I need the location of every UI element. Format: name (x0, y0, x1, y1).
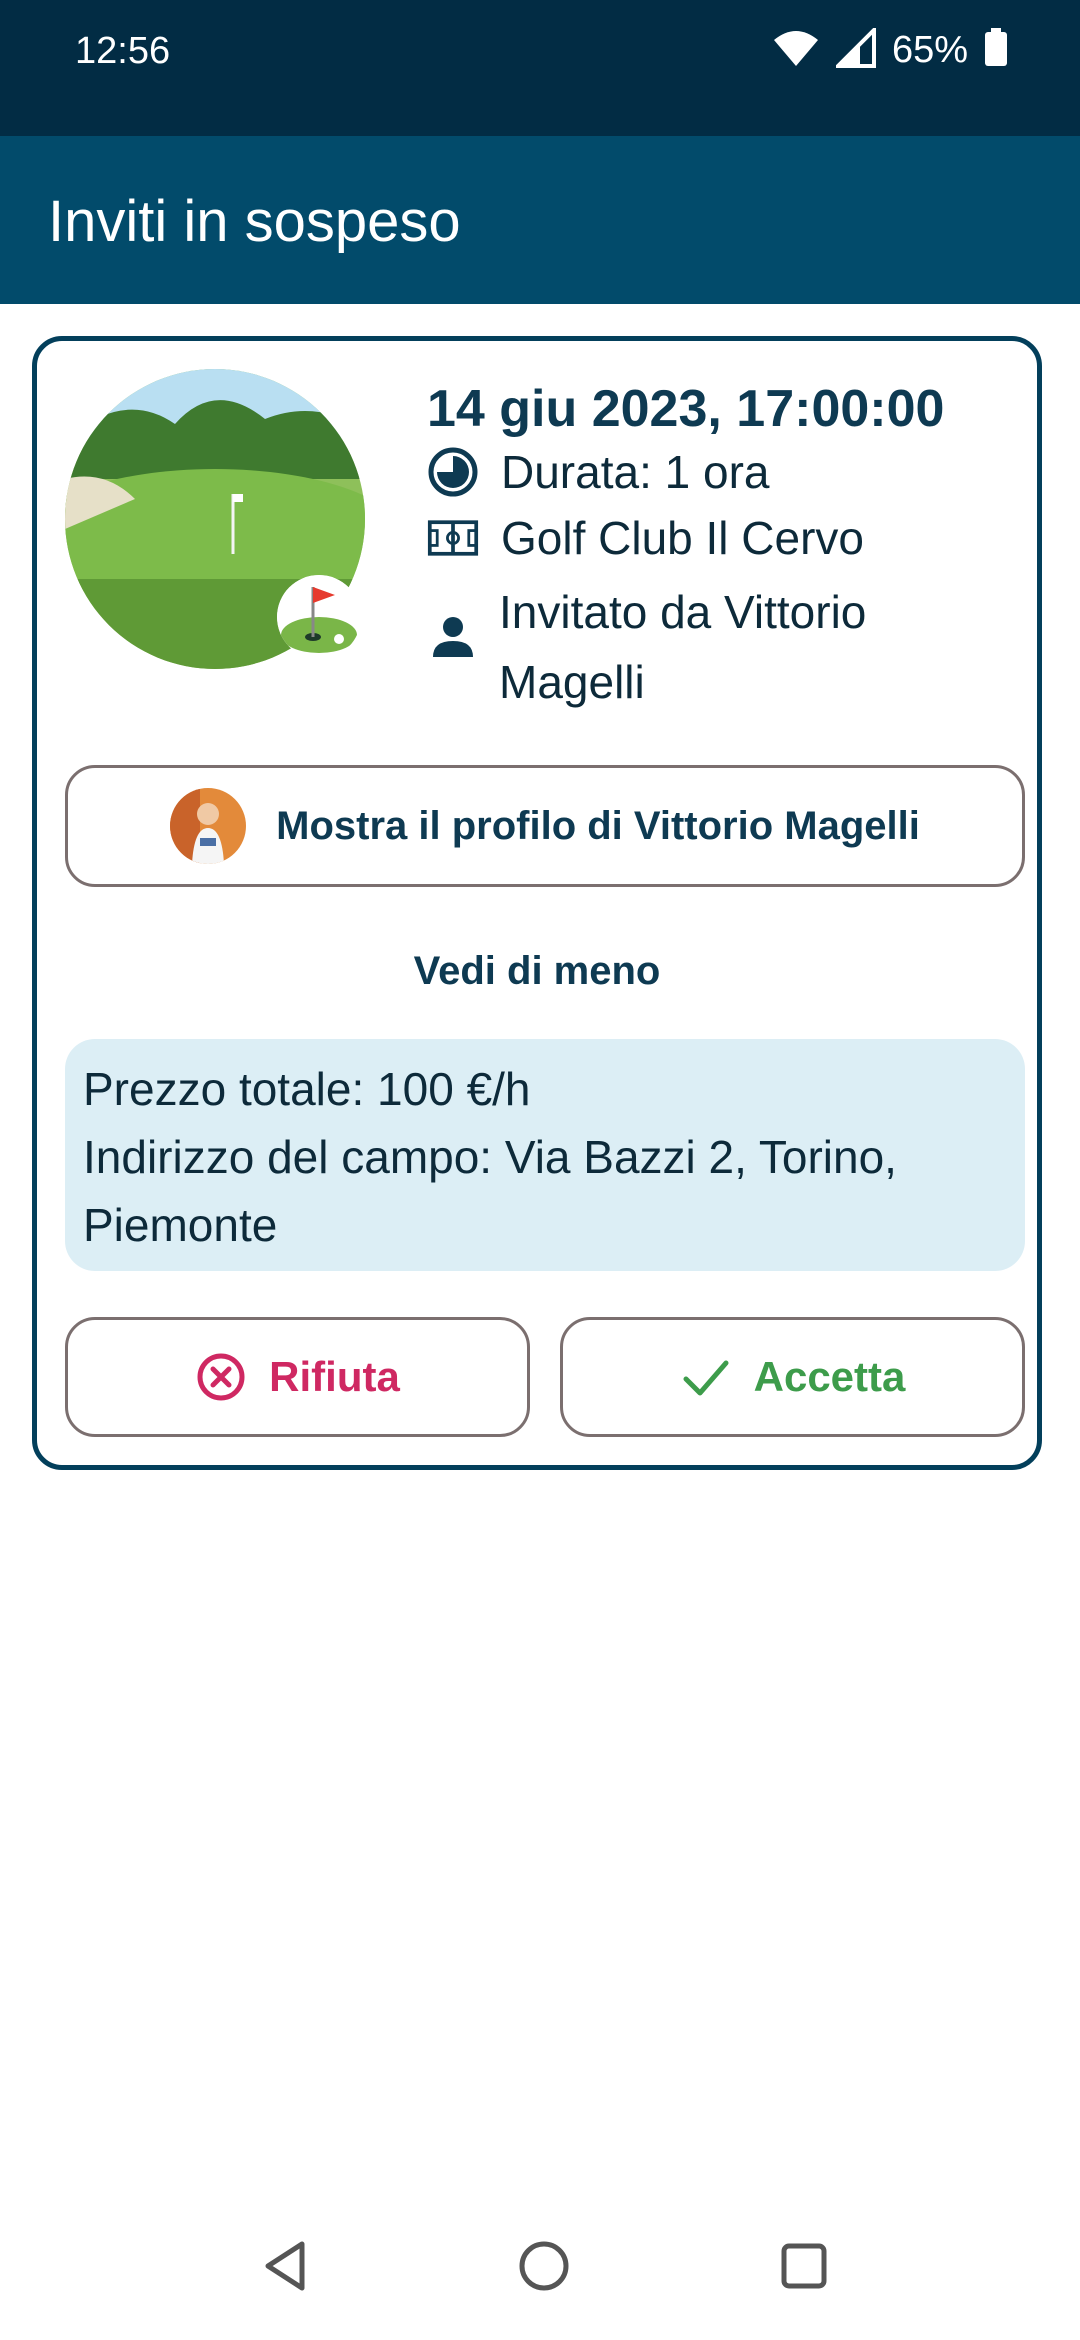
duration-row: Durata: 1 ora (427, 445, 769, 499)
reject-label: Rifiuta (269, 1353, 400, 1400)
home-icon[interactable] (514, 2236, 574, 2296)
accept-button[interactable]: Accetta (560, 1317, 1025, 1437)
invited-by-text: Invitato da Vittorio Magelli (499, 586, 867, 708)
show-profile-button[interactable]: Mostra il profilo di Vittorio Magelli (65, 765, 1025, 887)
battery-percent: 65% (891, 29, 968, 71)
battery-icon (984, 28, 1008, 73)
action-buttons: Rifiuta Accetta (65, 1317, 1025, 1437)
back-icon[interactable] (256, 2236, 316, 2296)
recents-icon[interactable] (774, 2236, 834, 2296)
golf-flag-icon (277, 575, 361, 659)
invite-datetime: 14 giu 2023, 17:00:00 (427, 380, 945, 438)
see-less-link[interactable]: Vedi di meno (37, 949, 1037, 994)
status-time: 12:56 (75, 30, 171, 72)
status-bar: 12:56 65% (0, 0, 1080, 136)
field-address: Indirizzo del campo: Via Bazzi 2, Torino… (83, 1131, 897, 1251)
person-icon (427, 611, 479, 663)
reject-button[interactable]: Rifiuta (65, 1317, 530, 1437)
invite-card: 14 giu 2023, 17:00:00 Durata: 1 ora Golf… (32, 336, 1042, 1470)
wifi-icon (772, 28, 820, 73)
page-title: Inviti in sospeso (48, 189, 461, 254)
club-row: Golf Club Il Cervo (427, 511, 864, 565)
avatar (170, 788, 247, 864)
status-icons: 65% (772, 25, 1008, 73)
field-icon (427, 512, 479, 564)
cancel-circle-icon (197, 1353, 245, 1401)
duration-text: Durata: 1 ora (501, 446, 770, 498)
accept-label: Accetta (753, 1353, 906, 1400)
clock-icon (427, 446, 479, 498)
app-bar: Inviti in sospeso (0, 136, 1080, 304)
system-nav-bar (0, 2200, 1080, 2340)
total-price: Prezzo totale: 100 €/h (83, 1063, 531, 1115)
show-profile-label: Mostra il profilo di Vittorio Magelli (276, 803, 920, 848)
details-panel: Prezzo totale: 100 €/h Indirizzo del cam… (65, 1039, 1025, 1271)
club-name: Golf Club Il Cervo (501, 512, 865, 564)
signal-icon (833, 25, 876, 73)
check-icon (683, 1360, 729, 1396)
